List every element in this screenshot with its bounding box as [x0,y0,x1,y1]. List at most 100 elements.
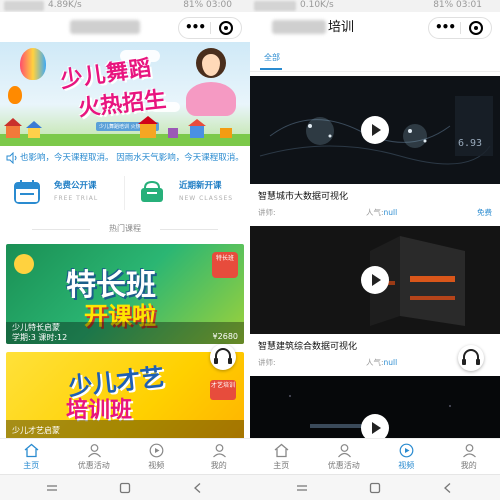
right-screen: 0.10K/s 81% 03:01 培训 ••• 全部 6.93 智慧城市大数据… [250,0,500,500]
popularity-label: 人气: [366,208,384,217]
back-icon[interactable] [192,482,204,494]
home-nav-icon[interactable] [119,482,131,494]
popularity-value: null [383,358,398,367]
town-illustration [0,116,250,146]
tab-home[interactable]: 主页 [0,439,63,475]
capsule-divider [210,22,211,34]
course-name: 少儿特长启蒙 [12,323,60,332]
course-name: 少儿才艺启蒙 [12,426,60,435]
tab-label: 优惠活动 [327,461,360,470]
status-battery-time: 81% 03:00 [183,0,232,10]
tab-promotions[interactable]: 优惠活动 [63,439,126,475]
more-icon[interactable]: ••• [179,19,211,37]
new-classes-button[interactable]: 近期新开课 NEW CLASSES [125,172,250,214]
title-blur [70,20,140,34]
recent-apps-icon[interactable] [46,482,58,494]
bottom-tab-bar: 主页 优惠活动 视频 我的 [250,438,500,474]
tab-mine[interactable]: 我的 [438,439,500,475]
active-tab-indicator [260,68,282,70]
mini-program-capsule[interactable]: ••• [178,17,242,39]
home-icon [24,443,39,458]
play-button[interactable] [361,266,389,294]
headset-icon [214,348,232,364]
customer-service-button[interactable] [210,344,236,370]
tab-all[interactable]: 全部 [264,52,280,63]
user-icon [337,444,351,458]
course-meta: 学期:3 课时:12 [12,333,68,342]
status-bar: 4.89K/s 81% 03:00 [0,0,250,12]
tab-video[interactable]: 视频 [375,439,438,475]
category-tabs: 全部 [250,42,500,72]
video-icon [399,443,414,458]
status-battery-time: 81% 03:01 [433,0,482,10]
status-bar: 0.10K/s 81% 03:01 [250,0,500,12]
tab-home[interactable]: 主页 [250,439,313,475]
back-icon[interactable] [442,482,454,494]
price-tag: 免费 [477,208,492,217]
page-title: 培训 [328,20,355,35]
more-icon[interactable]: ••• [429,19,461,37]
profile-icon [212,444,226,458]
tab-mine[interactable]: 我的 [188,439,251,475]
cup-icon [141,180,163,202]
course-badge: 才艺培训 [210,380,236,400]
capsule-divider [460,22,461,34]
course-label-bar: 少儿特长启蒙 学期:3 课时:12 ¥2680 [6,322,244,344]
bottom-tab-bar: 主页 优惠活动 视频 我的 [0,438,250,474]
tab-label: 主页 [273,461,290,470]
play-button[interactable] [361,414,389,438]
notice-text: 也影响，今天课程取消。 因雨水天气影响，今天课程取消。 [20,153,244,163]
video-meta: 讲师: 人气:null [258,358,492,368]
course-badge: 特长班 [212,252,238,278]
video-thumbnail[interactable]: 6.93 [250,76,500,184]
video-icon [149,443,164,458]
speaker-icon [6,152,17,164]
title-blur [272,20,326,34]
video-thumbnail[interactable] [250,226,500,334]
play-button[interactable] [361,116,389,144]
status-blur [4,1,44,11]
home-nav-icon[interactable] [369,482,381,494]
popularity-value: null [383,208,398,217]
tab-label: 优惠活动 [77,461,110,470]
customer-service-button[interactable] [458,345,484,371]
course-card[interactable]: 少儿才艺 培训班 才艺培训 少儿才艺启蒙 [6,352,244,442]
mini-program-capsule[interactable]: ••• [428,17,492,39]
popularity: 人气:null [366,208,397,218]
video-card[interactable] [250,376,500,438]
recent-apps-icon[interactable] [296,482,308,494]
home-icon [274,443,289,458]
status-blur [254,1,296,11]
video-thumbnail[interactable] [250,376,500,438]
status-network: 4.89K/s [48,0,82,10]
headset-icon [462,349,480,365]
promo-banner[interactable]: 少儿舞蹈 火热招生 少儿舞蹈培训 火热招生中 [0,42,250,146]
left-screen: 4.89K/s 81% 03:00 ••• 少儿舞蹈 火热招生 少儿舞蹈培训 火… [0,0,250,500]
teacher-label: 讲师: [258,358,276,367]
title-bar: ••• [0,12,250,42]
course-price: ¥2680 [212,332,238,341]
profile-icon [462,444,476,458]
course-card[interactable]: 特长班 开课啦 特长班 少儿特长启蒙 学期:3 课时:12 ¥2680 [6,244,244,344]
status-network: 0.10K/s [300,0,334,10]
video-title: 智慧城市大数据可视化 [258,192,349,202]
svg-text:6.93: 6.93 [458,138,482,149]
section-divider [160,229,218,230]
dancer-girl-dress [186,82,236,116]
title-bar: 培训 ••• [250,12,500,42]
video-title: 智慧建筑综合数据可视化 [258,342,358,352]
tab-label: 我的 [210,461,227,470]
video-card[interactable]: 6.93 智慧城市大数据可视化 讲师: 人气:null 免费 [250,76,500,222]
tab-label: 视频 [148,461,165,470]
video-meta: 讲师: 人气:null 免费 [258,208,492,218]
tab-label: 视频 [398,461,415,470]
balloon-icon [20,48,46,80]
android-nav-bar [0,474,250,500]
close-target-icon[interactable] [219,21,233,35]
notice-bar[interactable]: 也影响，今天课程取消。 因雨水天气影响，今天课程取消。 [0,148,250,168]
tab-promotions[interactable]: 优惠活动 [313,439,376,475]
close-target-icon[interactable] [469,21,483,35]
decor-circle [14,254,34,274]
free-trial-button[interactable]: 免费公开课 FREE TRIAL [0,172,125,214]
tab-video[interactable]: 视频 [125,439,188,475]
